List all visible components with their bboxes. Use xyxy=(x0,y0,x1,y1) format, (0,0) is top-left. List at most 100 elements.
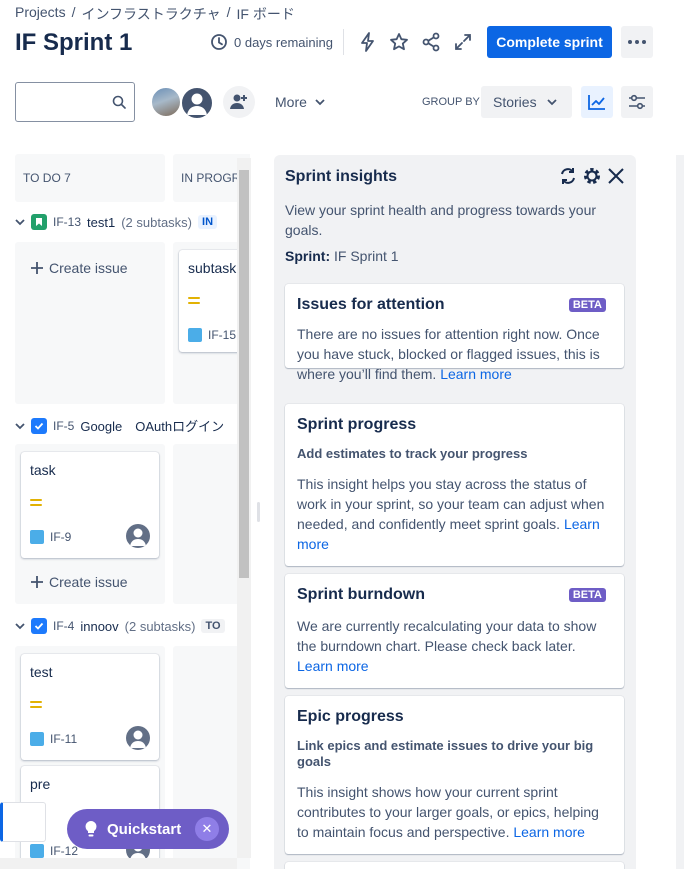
swimlane-header[interactable]: IF-4 innoov (2 subtasks) TO xyxy=(15,618,225,634)
priority-medium-icon xyxy=(30,700,42,709)
plus-icon xyxy=(31,576,43,588)
group-by-value: Stories xyxy=(493,94,537,110)
insight-card-title: Issues for attention xyxy=(297,296,445,313)
search-box[interactable] xyxy=(15,82,135,122)
breadcrumb-project[interactable]: インフラストラクチャ xyxy=(81,4,220,24)
issue-key[interactable]: IF-9 xyxy=(50,530,71,544)
avatar[interactable] xyxy=(150,86,182,118)
person-icon xyxy=(130,528,146,546)
remaining-text: 0 days remaining xyxy=(234,34,333,50)
swimlane-header[interactable]: IF-5 Google OAuthログイン xyxy=(15,416,224,435)
card-key: IF-9 xyxy=(30,530,71,544)
learn-more-link[interactable]: Learn more xyxy=(513,824,585,840)
issue-key[interactable]: IF-12 xyxy=(50,844,78,858)
lightbulb-icon xyxy=(85,821,97,837)
create-issue-label: Create issue xyxy=(49,574,128,590)
breadcrumb-projects[interactable]: Projects xyxy=(15,4,66,24)
breadcrumb-board[interactable]: IF ボード xyxy=(237,4,295,24)
swimlane-header[interactable]: IF-13 test1 (2 subtasks) IN xyxy=(15,214,218,230)
card-title: test xyxy=(30,664,53,680)
close-icon[interactable]: ✕ xyxy=(195,817,219,841)
insight-card-title: Epic progress xyxy=(297,708,404,725)
subtask-icon xyxy=(30,530,44,544)
assignee-avatar[interactable] xyxy=(126,726,150,750)
breadcrumb-separator: / xyxy=(226,4,231,20)
learn-more-link[interactable]: Learn more xyxy=(297,658,369,674)
card-title: task xyxy=(30,462,56,478)
subtask-count: (2 subtasks) xyxy=(121,214,193,230)
issue-card[interactable]: task IF-9 xyxy=(21,452,159,558)
mini-map[interactable] xyxy=(0,802,46,842)
priority-medium-icon xyxy=(30,498,42,507)
issue-key[interactable]: IF-13 xyxy=(53,215,81,229)
insight-card-issues-attention: Issues for attention BETA There are no i… xyxy=(285,284,624,382)
more-filters-button[interactable]: More xyxy=(275,94,325,110)
close-icon[interactable] xyxy=(606,166,626,191)
quickstart-button[interactable]: Quickstart ✕ xyxy=(67,809,229,849)
issue-title: Google OAuthログイン xyxy=(80,419,225,434)
chevron-down-icon xyxy=(15,219,25,226)
sliders-icon xyxy=(629,94,645,110)
issue-key[interactable]: IF-4 xyxy=(53,619,74,633)
header-divider xyxy=(343,29,344,55)
star-icon[interactable] xyxy=(387,30,411,54)
insight-card-title: Sprint progress xyxy=(297,416,417,433)
story-icon xyxy=(31,214,47,230)
insights-title: Sprint insights xyxy=(285,168,397,185)
search-input[interactable] xyxy=(24,93,104,109)
view-settings-button[interactable] xyxy=(621,86,653,118)
search-icon xyxy=(112,95,126,109)
more-actions-button[interactable] xyxy=(621,26,653,58)
group-by-select[interactable]: Stories xyxy=(481,86,572,118)
card-key: IF-15 xyxy=(188,328,236,342)
task-icon xyxy=(31,618,47,634)
breadcrumb: Projects / インフラストラクチャ / IF ボード xyxy=(15,4,295,24)
right-scroll-edge[interactable] xyxy=(676,155,684,869)
column-header-todo[interactable]: TO DO 7 xyxy=(15,154,165,202)
beta-badge: BETA xyxy=(568,298,606,312)
insight-card-subtitle: Link epics and estimate issues to drive … xyxy=(297,738,594,769)
insights-button[interactable] xyxy=(581,86,613,118)
assignee-avatar[interactable] xyxy=(126,524,150,548)
issue-key[interactable]: IF-15 xyxy=(208,328,236,342)
more-filters-label: More xyxy=(275,94,307,110)
fullscreen-icon[interactable] xyxy=(451,30,475,54)
chevron-down-icon xyxy=(546,99,557,106)
page-title: IF Sprint 1 xyxy=(15,29,133,56)
learn-more-link[interactable]: Learn more xyxy=(440,366,512,382)
refresh-icon[interactable] xyxy=(558,166,578,191)
panel-resize-handle[interactable] xyxy=(257,502,260,522)
insight-card-sprint-progress: Sprint progress Add estimates to track y… xyxy=(285,404,624,566)
sprint-label: Sprint: xyxy=(285,248,331,264)
card-key: IF-11 xyxy=(30,732,77,746)
sprint-remaining: 0 days remaining xyxy=(210,33,333,51)
insight-card-title: Sprint burndown xyxy=(297,586,425,603)
gear-icon[interactable] xyxy=(582,166,602,191)
insight-card-subtitle: Add estimates to track your progress xyxy=(297,446,528,461)
add-people-button[interactable] xyxy=(223,86,255,118)
insight-text: We are currently recalculating your data… xyxy=(297,618,597,654)
card-key: IF-12 xyxy=(30,844,78,858)
create-issue-button[interactable]: Create issue xyxy=(31,574,128,590)
person-icon xyxy=(187,93,207,115)
complete-sprint-button[interactable]: Complete sprint xyxy=(487,26,612,58)
issue-key[interactable]: IF-11 xyxy=(50,732,77,746)
board-horizontal-scrollbar[interactable] xyxy=(0,858,237,869)
board-scrollbar-thumb[interactable] xyxy=(239,170,249,578)
priority-medium-icon xyxy=(188,296,200,305)
subtask-icon xyxy=(188,328,202,342)
board: TO DO 7 IN PROGR IF-13 test1 (2 subtasks… xyxy=(0,150,250,869)
issue-card[interactable]: test IF-11 xyxy=(21,654,159,760)
issue-key[interactable]: IF-5 xyxy=(53,419,74,433)
insight-card-next xyxy=(285,862,624,869)
create-issue-button[interactable]: Create issue xyxy=(31,260,128,276)
share-icon[interactable] xyxy=(419,30,443,54)
insight-card-text: There are no issues for attention right … xyxy=(297,324,612,384)
insights-chart-icon xyxy=(588,95,605,110)
insight-text: This insight helps you stay across the s… xyxy=(297,476,605,532)
status-badge: IN xyxy=(198,215,218,229)
automation-icon[interactable] xyxy=(356,30,380,54)
issue-title: innoov xyxy=(80,618,119,634)
avatar-default[interactable] xyxy=(180,86,214,120)
quickstart-label: Quickstart xyxy=(107,820,182,838)
